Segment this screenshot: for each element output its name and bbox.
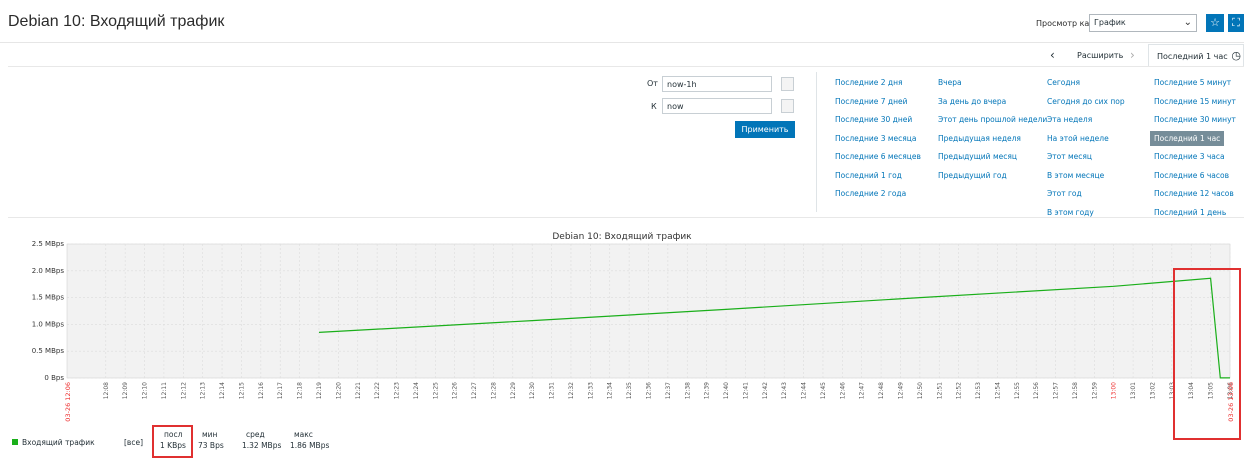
x-tick-label: 12:41 xyxy=(742,382,749,399)
x-tick-label: 12:48 xyxy=(878,382,885,399)
y-tick-label: 2.0 MBps xyxy=(32,267,65,275)
legend-col-value: 1.32 MBps xyxy=(242,441,282,450)
y-tick-label: 0.5 MBps xyxy=(32,347,65,355)
x-tick-label: 12:40 xyxy=(723,382,730,399)
x-tick-label: 12:23 xyxy=(394,382,401,399)
x-tick-label: 12:08 xyxy=(103,382,110,399)
x-tick-label: 12:36 xyxy=(646,382,653,399)
x-tick-label: 13:00 xyxy=(1111,382,1118,399)
x-range-label: 03-26 12:06 xyxy=(64,382,72,422)
x-tick-label: 12:56 xyxy=(1033,382,1040,399)
x-tick-label: 12:50 xyxy=(917,382,924,399)
x-tick-label: 12:34 xyxy=(607,382,614,399)
x-tick-label: 12:32 xyxy=(568,382,575,399)
x-tick-label: 12:46 xyxy=(839,382,846,399)
legend-col-label: мин xyxy=(202,430,218,439)
line-chart: 12:08 12:09 12:10 12:11 12:12 12:13 12:14 12:15… xyxy=(32,240,1235,422)
x-tick-label: 12:18 xyxy=(297,382,304,399)
x-tick-label: 12:59 xyxy=(1091,382,1098,399)
x-tick-label: 12:42 xyxy=(762,382,769,399)
x-tick-label: 12:26 xyxy=(452,382,459,399)
x-tick-label: 12:58 xyxy=(1072,382,1079,399)
x-tick-label: 12:24 xyxy=(413,382,420,399)
x-tick-label: 12:16 xyxy=(258,382,265,399)
x-tick-label: 13:01 xyxy=(1130,382,1137,399)
x-tick-label: 12:30 xyxy=(529,382,536,399)
x-tick-label: 12:17 xyxy=(277,382,284,399)
legend-series-name: Входящий трафик xyxy=(22,438,95,447)
highlight-box-drop xyxy=(1173,268,1241,440)
x-tick-label: 12:12 xyxy=(180,382,187,399)
x-tick-label: 12:51 xyxy=(936,382,943,399)
legend-col-value: 73 Bps xyxy=(198,441,224,450)
y-tick-label: 2.5 MBps xyxy=(32,240,65,248)
legend-swatch xyxy=(12,439,18,445)
x-tick-label: 12:27 xyxy=(471,382,478,399)
x-tick-label: 12:57 xyxy=(1053,382,1060,399)
x-tick-label: 12:49 xyxy=(897,382,904,399)
x-tick-label: 13:02 xyxy=(1149,382,1156,399)
y-tick-label: 1.0 MBps xyxy=(32,320,65,328)
y-tick-label: 1.5 MBps xyxy=(32,294,65,302)
x-tick-label: 12:10 xyxy=(142,382,149,399)
x-tick-label: 12:28 xyxy=(490,382,497,399)
x-tick-label: 12:37 xyxy=(665,382,672,399)
x-tick-label: 12:09 xyxy=(122,382,129,399)
x-tick-label: 12:44 xyxy=(801,382,808,399)
highlight-box-last xyxy=(152,425,193,458)
x-tick-label: 12:22 xyxy=(374,382,381,399)
x-tick-label: 12:45 xyxy=(820,382,827,399)
y-tick-label: 0 Bps xyxy=(44,374,64,382)
x-tick-label: 12:33 xyxy=(587,382,594,399)
x-tick-label: 12:21 xyxy=(355,382,362,399)
x-tick-label: 12:25 xyxy=(432,382,439,399)
x-tick-label: 12:13 xyxy=(200,382,207,399)
x-tick-label: 12:29 xyxy=(510,382,517,399)
x-tick-label: 12:54 xyxy=(994,382,1001,399)
x-tick-label: 12:15 xyxy=(238,382,245,399)
x-tick-label: 12:52 xyxy=(956,382,963,399)
x-tick-label: 12:35 xyxy=(626,382,633,399)
legend-col-label: макс xyxy=(294,430,313,439)
x-tick-label: 12:31 xyxy=(549,382,556,399)
x-tick-label: 12:47 xyxy=(859,382,866,399)
x-tick-label: 12:19 xyxy=(316,382,323,399)
x-tick-label: 12:43 xyxy=(781,382,788,399)
x-tick-label: 12:38 xyxy=(684,382,691,399)
x-tick-label: 12:14 xyxy=(219,382,226,399)
x-tick-label: 12:20 xyxy=(335,382,342,399)
x-tick-label: 12:11 xyxy=(161,382,168,399)
legend-function: [все] xyxy=(124,438,144,447)
x-tick-label: 12:53 xyxy=(975,382,982,399)
legend-col-value: 1.86 MBps xyxy=(290,441,330,450)
legend-col-label: сред xyxy=(246,430,265,439)
x-tick-label: 12:55 xyxy=(1014,382,1021,399)
x-tick-label: 12:39 xyxy=(704,382,711,399)
